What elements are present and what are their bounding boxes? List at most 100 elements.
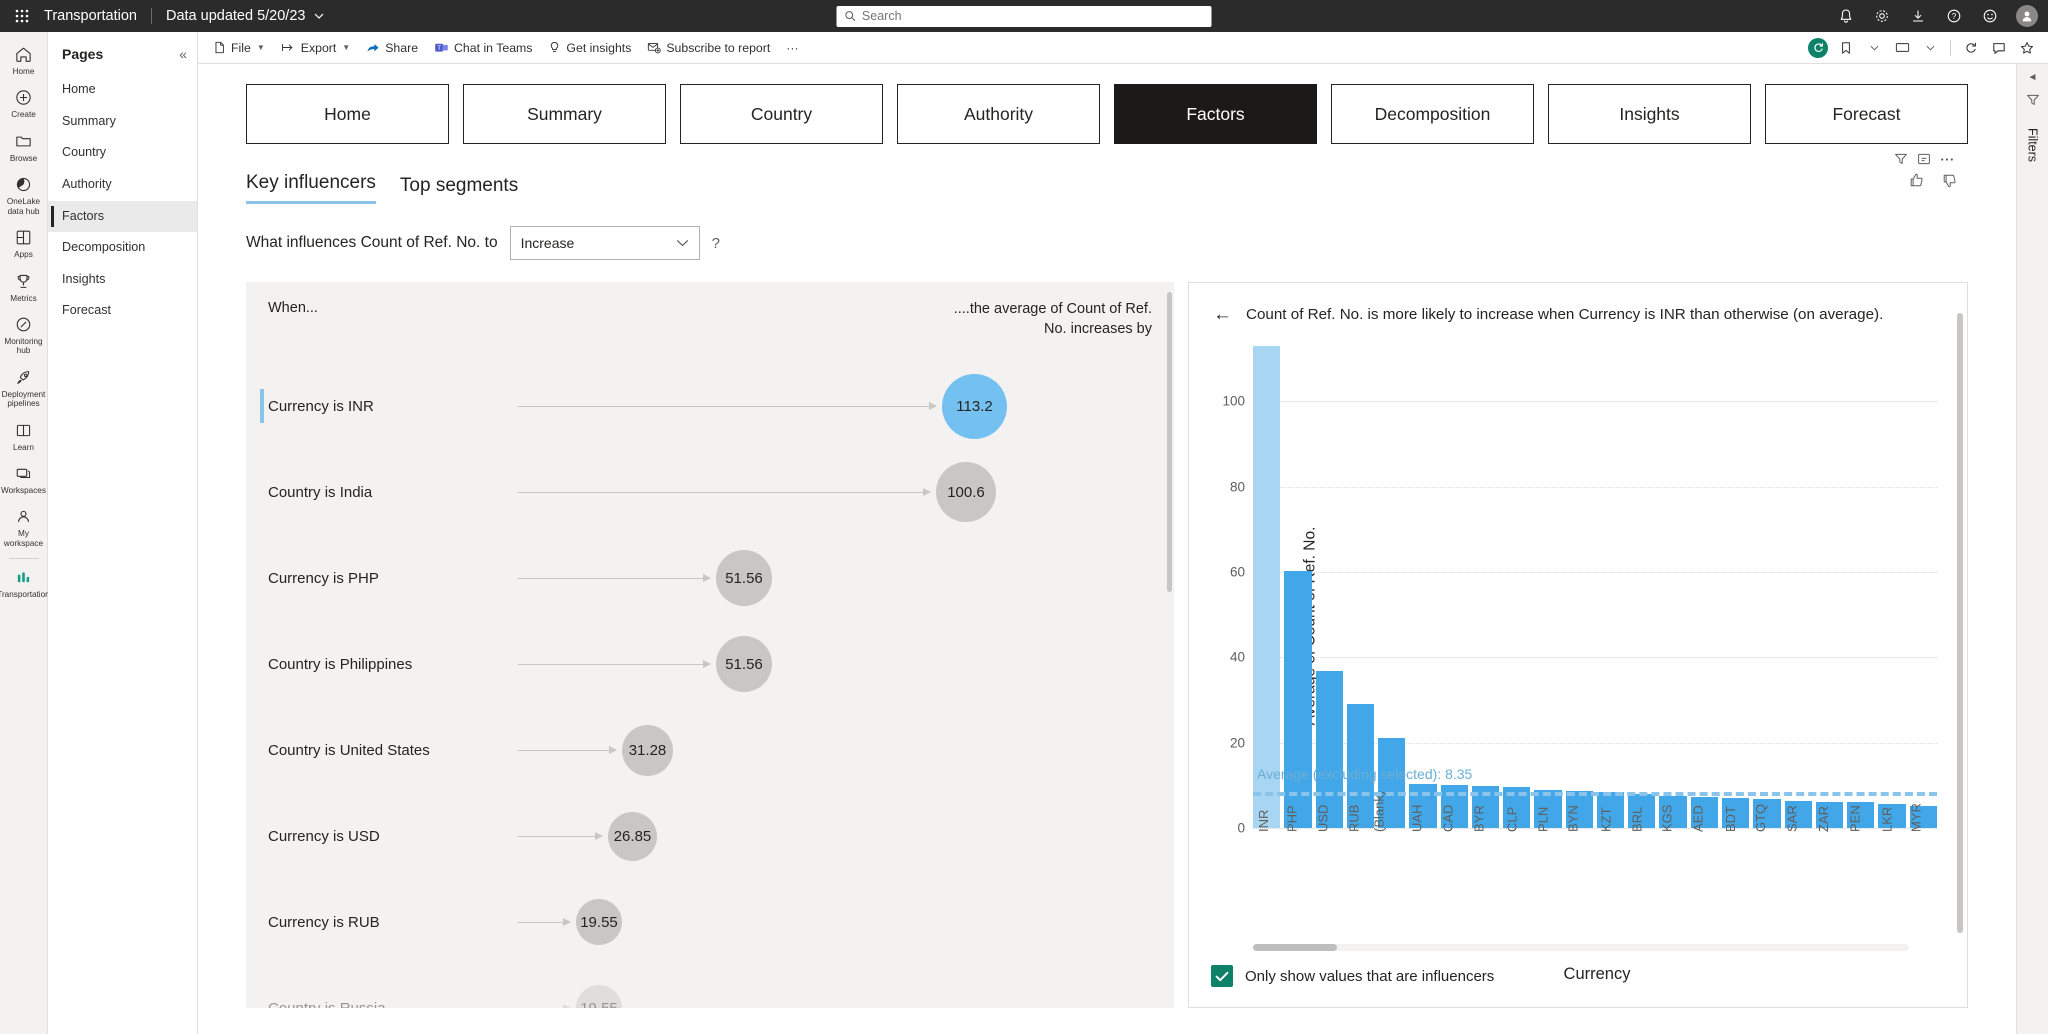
rail-item-browse[interactable]: Browse [0, 125, 48, 168]
rail-item-my-workspace[interactable]: My workspace [0, 500, 48, 553]
bar-column[interactable]: GTQ [1753, 346, 1781, 832]
favorite-star-icon[interactable] [2014, 36, 2040, 60]
bar-column[interactable]: CLP [1503, 346, 1531, 832]
settings-gear-icon[interactable] [1866, 0, 1898, 32]
bar-column[interactable]: UAH [1409, 346, 1437, 832]
chat-in-teams-button[interactable]: T Chat in Teams [427, 37, 539, 59]
influencer-row[interactable]: Country is Philippines 51.56 [246, 621, 1174, 707]
page-item-factors[interactable]: Factors [48, 200, 197, 233]
page-item-insights[interactable]: Insights [48, 264, 197, 296]
rail-item-onelake-data-hub[interactable]: OneLake data hub [0, 168, 48, 221]
help-question-icon[interactable]: ? [1938, 0, 1970, 32]
nav-button-factors[interactable]: Factors [1114, 84, 1317, 144]
tab-key-influencers[interactable]: Key influencers [246, 172, 376, 204]
page-item-home[interactable]: Home [48, 74, 197, 106]
bookmark-chevron-icon[interactable] [1861, 36, 1887, 60]
influencer-row[interactable]: Country is United States 31.28 [246, 707, 1174, 793]
page-item-summary[interactable]: Summary [48, 106, 197, 138]
notifications-bell-icon[interactable] [1830, 0, 1862, 32]
view-icon[interactable] [1889, 36, 1915, 60]
bar-column[interactable]: MYR [1909, 346, 1937, 832]
bar-column[interactable]: PEN [1847, 346, 1875, 832]
data-updated-dropdown[interactable]: Data updated 5/20/23 [152, 8, 324, 24]
back-arrow-icon[interactable]: ← [1213, 305, 1232, 324]
nav-button-forecast[interactable]: Forecast [1765, 84, 1968, 144]
export-menu-button[interactable]: Export ▼ [274, 37, 357, 59]
rail-item-workspaces[interactable]: Workspaces [0, 457, 48, 500]
influencer-row[interactable]: Country is Russia 19.55 [246, 965, 1174, 1008]
rail-item-monitoring-hub[interactable]: Monitoring hub [0, 308, 48, 361]
bar-column[interactable]: PHP [1284, 346, 1312, 832]
nav-button-country[interactable]: Country [680, 84, 883, 144]
file-menu-button[interactable]: File ▼ [206, 37, 272, 59]
nav-button-home[interactable]: Home [246, 84, 449, 144]
rail-item-learn[interactable]: Learn [0, 414, 48, 457]
bar-column[interactable]: CAD [1440, 346, 1468, 832]
comment-icon[interactable] [1986, 36, 2012, 60]
influencer-row[interactable]: Currency is PHP 51.56 [246, 535, 1174, 621]
bar-column[interactable]: RUB [1347, 346, 1375, 832]
page-item-forecast[interactable]: Forecast [48, 295, 197, 327]
influencer-row[interactable]: Currency is USD 26.85 [246, 793, 1174, 879]
chevron-left-icon[interactable]: ◄ [2028, 72, 2038, 83]
app-title[interactable]: Transportation [44, 8, 151, 24]
bar-column[interactable]: PLN [1534, 346, 1562, 832]
nav-button-authority[interactable]: Authority [897, 84, 1100, 144]
rail-item-home[interactable]: Home [0, 38, 48, 81]
bar-column[interactable]: ZAR [1815, 346, 1844, 832]
page-item-decomposition[interactable]: Decomposition [48, 232, 197, 264]
filters-label[interactable]: Filters [2026, 128, 2040, 162]
chart-horizontal-scrollbar[interactable] [1253, 944, 1909, 951]
tab-top-segments[interactable]: Top segments [400, 175, 518, 204]
search-box[interactable] [836, 5, 1212, 27]
feedback-smiley-icon[interactable] [1974, 0, 2006, 32]
bar-column[interactable]: SAR [1784, 346, 1812, 832]
bar-column[interactable]: BYN [1565, 346, 1593, 832]
bar-column[interactable]: AED [1690, 346, 1718, 832]
bar[interactable] [1284, 571, 1312, 828]
rail-item-create[interactable]: Create [0, 81, 48, 124]
page-item-country[interactable]: Country [48, 137, 197, 169]
bar-column[interactable]: BRL [1628, 346, 1656, 832]
rail-item-deployment-pipelines[interactable]: Deployment pipelines [0, 361, 48, 414]
bar-column[interactable]: LKR [1878, 346, 1906, 832]
chart-vertical-scrollbar[interactable] [1957, 313, 1963, 933]
influencer-row[interactable]: Currency is INR 113.2 [246, 363, 1174, 449]
thumbs-up-icon[interactable] [1908, 172, 1925, 194]
rail-item-transportation[interactable]: Transportation [0, 561, 50, 604]
get-insights-button[interactable]: Get insights [541, 37, 638, 59]
avatar[interactable] [2016, 5, 2038, 27]
nav-button-summary[interactable]: Summary [463, 84, 666, 144]
search-input[interactable] [861, 9, 1204, 23]
bar-column[interactable]: KZT [1596, 346, 1625, 832]
bar-column[interactable]: USD [1315, 346, 1343, 832]
reset-icon[interactable] [1958, 36, 1984, 60]
filter-icon[interactable] [2026, 93, 2040, 112]
more-options-icon[interactable] [1940, 152, 1954, 166]
only-influencers-checkbox[interactable]: Only show values that are influencers [1211, 965, 1494, 987]
influencer-row[interactable]: Country is India 100.6 [246, 449, 1174, 535]
bar[interactable] [1253, 346, 1281, 828]
bar-column[interactable]: BDT [1721, 346, 1750, 832]
nav-button-insights[interactable]: Insights [1548, 84, 1751, 144]
download-icon[interactable] [1902, 0, 1934, 32]
bar-column[interactable]: KGS [1659, 346, 1687, 832]
chevron-double-left-icon[interactable]: « [179, 46, 187, 62]
influence-direction-select[interactable]: Increase [509, 226, 700, 260]
help-question-icon[interactable]: ? [712, 235, 720, 252]
bar-column[interactable]: BYR [1471, 346, 1500, 832]
waffle-grid-icon[interactable] [0, 8, 44, 24]
bar-column[interactable]: (Blank) [1371, 346, 1406, 832]
filter-icon[interactable] [1894, 152, 1908, 166]
focus-mode-icon[interactable] [1917, 152, 1931, 166]
influencer-row[interactable]: Currency is RUB 19.55 [246, 879, 1174, 965]
refresh-green-icon[interactable] [1805, 36, 1831, 60]
share-button[interactable]: Share [359, 37, 425, 59]
rail-item-apps[interactable]: Apps [0, 221, 48, 264]
bar-column[interactable]: INR [1253, 346, 1281, 832]
rail-item-metrics[interactable]: Metrics [0, 265, 48, 308]
page-item-authority[interactable]: Authority [48, 169, 197, 201]
influencer-list-scrollbar[interactable] [1167, 292, 1172, 592]
nav-button-decomposition[interactable]: Decomposition [1331, 84, 1534, 144]
bookmark-icon[interactable] [1833, 36, 1859, 60]
